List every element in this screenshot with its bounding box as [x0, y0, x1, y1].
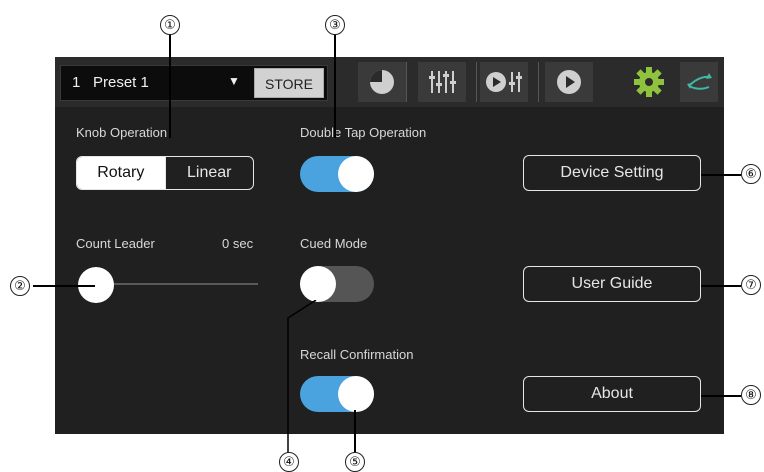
- callout-line-5: [354, 410, 356, 455]
- store-button[interactable]: STORE: [254, 68, 324, 98]
- play-mixer-icon: [486, 72, 522, 92]
- linear-option[interactable]: Linear: [164, 157, 254, 189]
- callout-line-2: [33, 285, 95, 287]
- tab-sync[interactable]: [680, 62, 718, 102]
- callout-8: ⑧: [741, 385, 761, 405]
- callout-line-8: [701, 395, 741, 397]
- count-leader-slider-track[interactable]: [96, 283, 258, 285]
- knob-operation-segmented: Rotary Linear: [76, 156, 254, 190]
- callout-5: ⑤: [345, 452, 365, 472]
- tab-play-mixer[interactable]: [480, 62, 528, 102]
- toggle-knob: [338, 156, 374, 192]
- callout-7: ⑦: [741, 275, 761, 295]
- device-setting-button[interactable]: Device Setting: [523, 155, 701, 191]
- tab-meter[interactable]: [358, 62, 406, 102]
- gear-icon: [634, 67, 664, 97]
- double-tap-toggle[interactable]: [300, 156, 374, 192]
- dropdown-arrow-icon[interactable]: ▼: [228, 74, 240, 88]
- tab-settings[interactable]: [625, 62, 673, 102]
- swap-arrows-icon: [687, 73, 712, 90]
- toggle-knob: [338, 376, 374, 412]
- count-leader-value: 0 sec: [222, 236, 254, 251]
- tab-play[interactable]: [545, 62, 593, 102]
- callout-line-7: [701, 285, 741, 287]
- toggle-knob: [300, 266, 336, 302]
- about-button[interactable]: About: [523, 376, 701, 412]
- callout-line-3: [334, 34, 336, 138]
- callout-1: ①: [160, 15, 180, 35]
- meter-icon: [370, 70, 394, 94]
- cued-mode-toggle[interactable]: [300, 266, 374, 302]
- callout-line-6: [701, 174, 741, 176]
- preset-number: 1: [72, 74, 81, 91]
- double-tap-label: Double Tap Operation: [300, 125, 427, 140]
- user-guide-button[interactable]: User Guide: [523, 266, 701, 302]
- callout-line-1: [169, 34, 171, 138]
- knob-operation-label: Knob Operation: [76, 125, 168, 140]
- cued-mode-label: Cued Mode: [300, 236, 368, 251]
- count-leader-label: Count Leader: [76, 236, 155, 251]
- mixer-faders-icon: [429, 71, 456, 93]
- tab-mixer[interactable]: [418, 62, 466, 102]
- rotary-option[interactable]: Rotary: [77, 157, 165, 189]
- callout-4: ④: [279, 452, 299, 472]
- callout-2: ②: [10, 276, 30, 296]
- callout-3: ③: [325, 15, 345, 35]
- preset-name: Preset 1: [93, 74, 149, 91]
- callout-line-4: [287, 300, 317, 455]
- callout-6: ⑥: [741, 164, 761, 184]
- play-icon: [557, 70, 581, 94]
